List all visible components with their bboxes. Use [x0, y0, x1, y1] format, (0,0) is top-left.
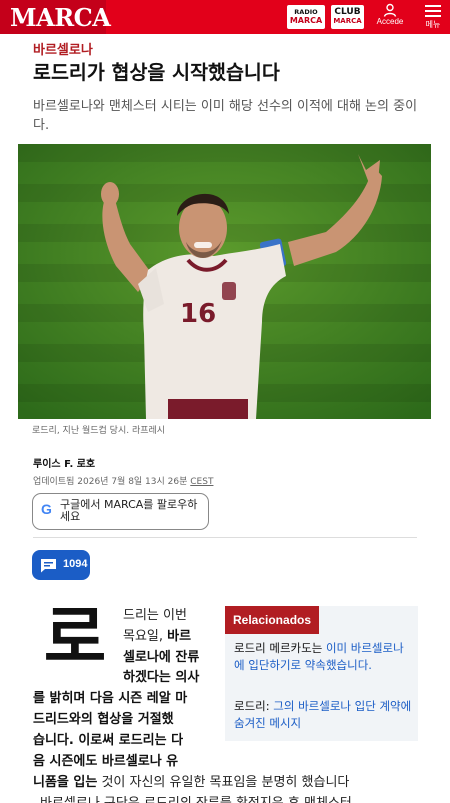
article-title: 로드리가 협상을 시작했습니다: [33, 61, 280, 84]
jersey-number: 16: [180, 299, 216, 329]
player-photo-illustration: 16: [18, 144, 431, 419]
radio-label-top: RADIO: [294, 8, 318, 16]
comments-count: 1094: [63, 558, 88, 570]
author-name[interactable]: 루이스 F. 로호: [33, 455, 95, 470]
related-prefix: 로드리 메르카도는: [234, 641, 326, 655]
body-text-bold: 드리드와의 협상을 거절했: [33, 712, 174, 727]
body-text-bold: 바르: [167, 629, 192, 644]
divider: [33, 537, 417, 538]
comment-icon: [41, 559, 56, 573]
updated-timestamp: 업데이트됨 2026년 7월 8일 13시 26분 CEST: [33, 474, 213, 487]
body-line-8: 음 시즌에도 바르셀로나 유: [33, 752, 178, 772]
related-link-1[interactable]: 로드리 메르카도는 이미 바르셀로나에 입단하기로 약속했습니다.: [234, 640, 414, 674]
body-line-7: 습니다. 이로써 로드리는 다: [33, 731, 183, 751]
related-heading: Relacionados: [225, 606, 320, 634]
menu-label: 메뉴: [425, 20, 441, 29]
google-follow-button[interactable]: G 구글에서 MARCA를 팔로우하세요: [32, 493, 209, 530]
body-text-bold: 셀로나에 잔류: [123, 650, 200, 665]
login-label: Accede: [376, 17, 404, 26]
body-line-9: 니폼을 입는 것이 자신의 유일한 목표임을 분명히 했습니다: [33, 773, 349, 793]
user-icon: [383, 3, 397, 17]
login-button[interactable]: Accede: [372, 2, 408, 32]
club-label-top: CLUB: [334, 7, 361, 17]
body-text-bold: 음 시즌에도 바르셀로나 유: [33, 754, 179, 769]
logo-text: MARCA: [10, 3, 111, 32]
radio-marca-button[interactable]: RADIO MARCA: [287, 5, 325, 29]
related-link-2[interactable]: 로드리: 그의 바르셀로나 입단 계약에 숨겨진 메시지: [234, 698, 414, 732]
body-line-4: 하겠다는 의사: [123, 668, 199, 688]
comments-button[interactable]: 1094: [32, 550, 90, 580]
body-text-bold: 를 밝히며 다음 시즌 레알 마: [33, 691, 188, 706]
body-line-6: 드리드와의 협상을 거절했: [33, 710, 174, 730]
marca-logo[interactable]: MARCA: [0, 0, 111, 34]
drop-cap: 로: [43, 599, 107, 678]
body-text-bold: 니폼을 입는: [33, 775, 98, 790]
body-text-segment: 것이 자신의 유일한 목표임을 분명히 했습니다: [97, 775, 350, 790]
body-line-10: 바르셀로나 구단은 로드리의 잔류를 확정지은 후 맨체스터: [40, 794, 352, 803]
body-line-5: 를 밝히며 다음 시즌 레알 마: [33, 689, 187, 709]
related-prefix: 로드리:: [234, 699, 274, 713]
club-marca-button[interactable]: CLUB MARCA: [331, 5, 364, 29]
photo-caption: 로드리, 지난 월드컵 당시. 라프레시: [32, 426, 166, 436]
body-line-1: 드리는 이번: [123, 608, 187, 623]
hamburger-icon: [425, 5, 441, 17]
body-line-2: 목요일, 바르: [123, 627, 191, 647]
updated-label: 업데이트됨: [33, 477, 75, 487]
article-photo: 16: [18, 144, 431, 419]
body-text-bold: 습니다. 이로써 로드리는 다: [33, 733, 184, 748]
radio-label-bottom: MARCA: [289, 16, 323, 25]
top-navigation-bar: MARCA RADIO MARCA CLUB MARCA Accede 메뉴: [0, 0, 450, 34]
article-subtitle: 바르셀로나와 맨체스터 시티는 이미 해당 선수의 이적에 대해 논의 중이다.: [33, 99, 418, 133]
menu-button[interactable]: 메뉴: [418, 3, 448, 33]
body-line-3: 셀로나에 잔류: [123, 648, 199, 668]
related-articles-box: Relacionados 로드리 메르카도는 이미 바르셀로나에 입단하기로 약…: [225, 606, 418, 741]
body-text-bold: 하겠다는 의사: [123, 670, 200, 685]
follow-label: 구글에서 MARCA를 팔로우하세요: [60, 498, 198, 523]
google-icon: G: [41, 501, 52, 517]
updated-timezone: CEST: [190, 477, 214, 487]
section-kicker[interactable]: 바르셀로나: [33, 39, 93, 58]
body-text-segment: 목요일,: [123, 629, 168, 644]
updated-date: 2026년 7월 8일 13시 26분: [77, 477, 188, 487]
club-label-bottom: MARCA: [333, 17, 362, 25]
